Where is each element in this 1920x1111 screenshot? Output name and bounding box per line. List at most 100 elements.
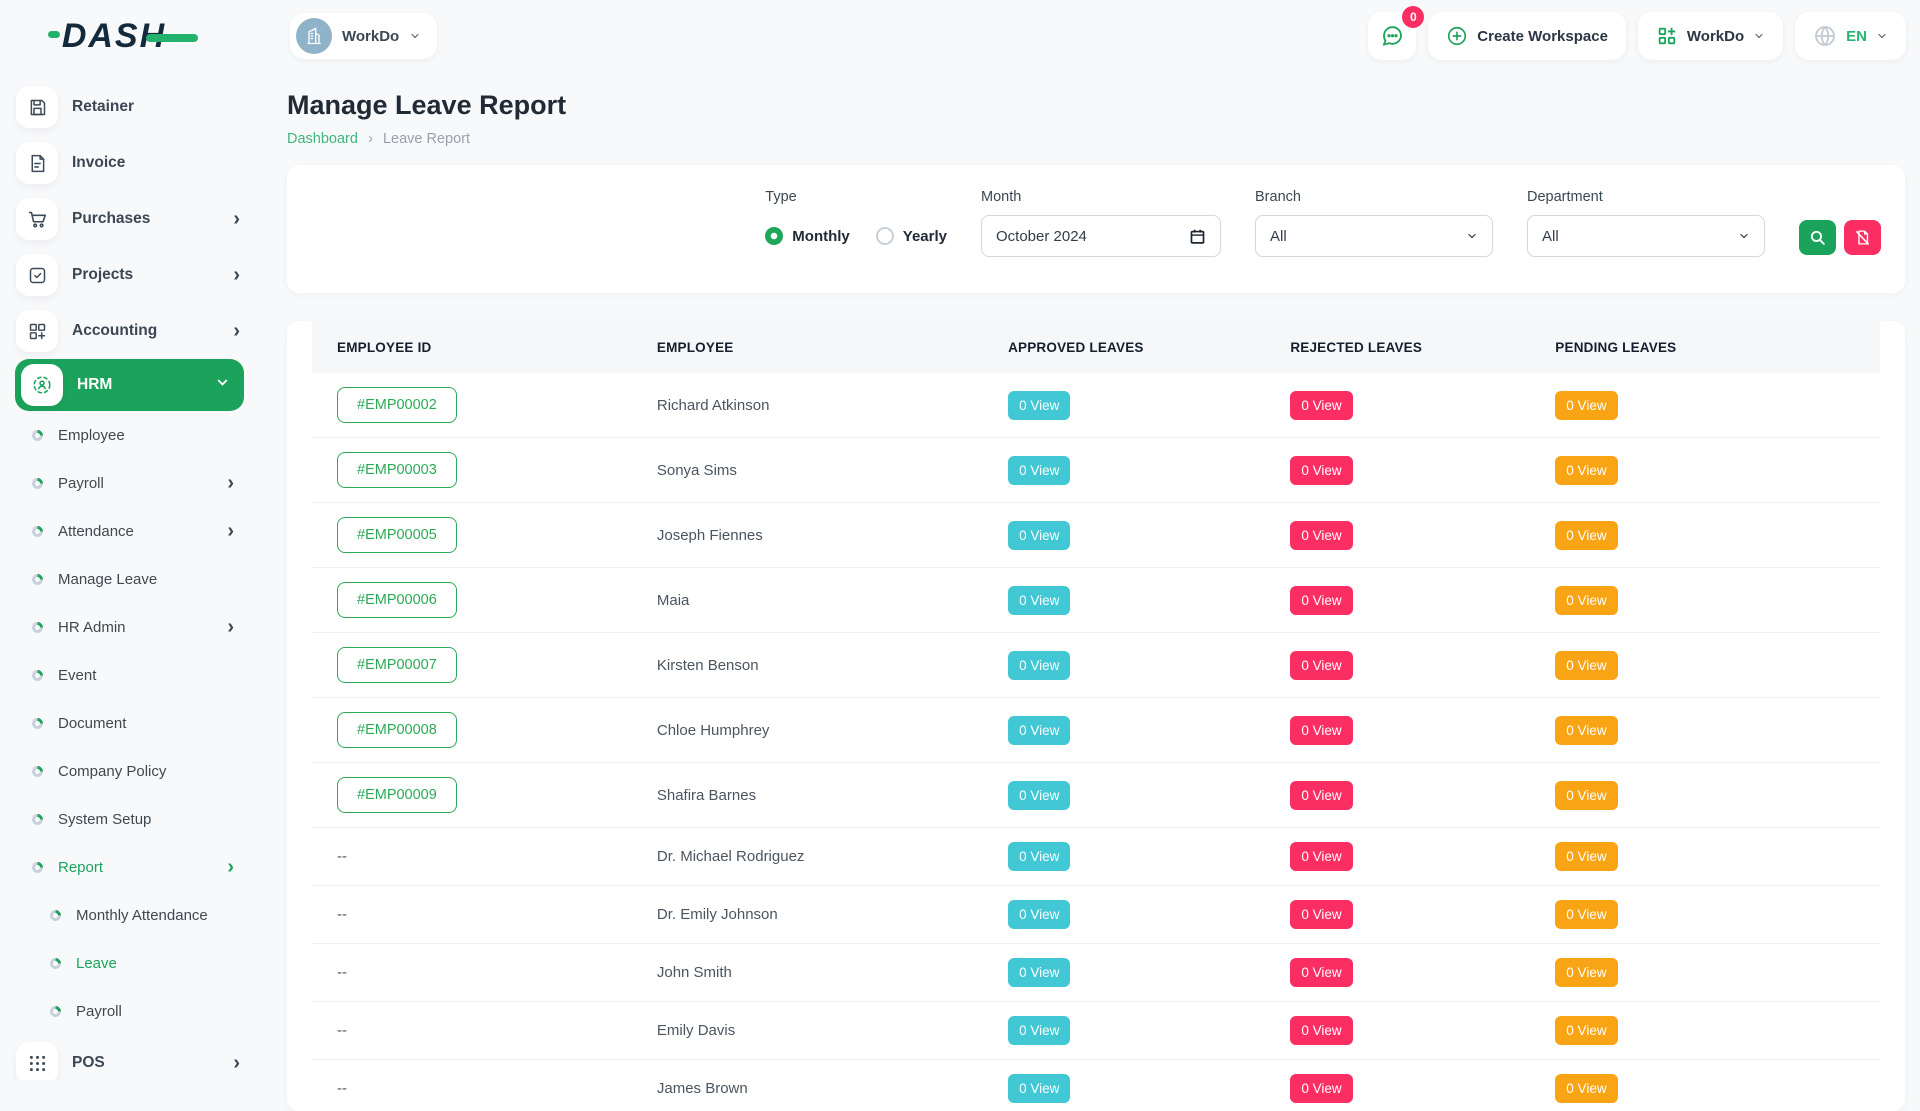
sidebar-subitem-employee[interactable]: Employee (0, 411, 260, 459)
employee-name: Kirsten Benson (632, 633, 983, 698)
approved-leaves-view-button[interactable]: 0 View (1008, 586, 1070, 615)
rejected-leaves-view-button[interactable]: 0 View (1290, 586, 1352, 615)
search-button[interactable] (1799, 220, 1836, 255)
approved-leaves-view-button[interactable]: 0 View (1008, 1016, 1070, 1045)
table-row: -- John Smith 0 View 0 View 0 View (312, 944, 1880, 1002)
rejected-leaves-view-button[interactable]: 0 View (1290, 842, 1352, 871)
sidebar-subitem-report[interactable]: Report › (0, 843, 260, 891)
type-filter: Type Monthly Yearly (765, 189, 947, 257)
search-icon (1809, 229, 1826, 246)
pending-leaves-view-button[interactable]: 0 View (1555, 716, 1617, 745)
rejected-leaves-view-button[interactable]: 0 View (1290, 391, 1352, 420)
radio-yearly[interactable]: Yearly (876, 227, 947, 245)
pending-leaves-view-button[interactable]: 0 View (1555, 1016, 1617, 1045)
rejected-leaves-view-button[interactable]: 0 View (1290, 521, 1352, 550)
sidebar-subitem-payroll[interactable]: Payroll › (0, 459, 260, 507)
sidebar-item-hrm[interactable]: HRM (15, 359, 244, 411)
messages-button[interactable]: 0 (1368, 12, 1416, 60)
language-selector[interactable]: EN (1795, 12, 1906, 60)
sidebar-subitem-system-setup[interactable]: System Setup (0, 795, 260, 843)
pos-icon (16, 1042, 58, 1080)
sidebar-subitem-company-policy[interactable]: Company Policy (0, 747, 260, 795)
approved-leaves-view-button[interactable]: 0 View (1008, 781, 1070, 810)
employee-id-button[interactable]: #EMP00007 (337, 647, 457, 683)
rejected-leaves-view-button[interactable]: 0 View (1290, 900, 1352, 929)
bullet-icon (48, 955, 64, 971)
pending-leaves-view-button[interactable]: 0 View (1555, 391, 1617, 420)
approved-leaves-view-button[interactable]: 0 View (1008, 651, 1070, 680)
sidebar-item-projects[interactable]: Projects › (0, 247, 260, 303)
main-content: Manage Leave Report Dashboard › Leave Re… (260, 72, 1920, 1111)
create-workspace-button[interactable]: Create Workspace (1428, 12, 1626, 60)
bullet-icon (30, 715, 46, 731)
pending-leaves-view-button[interactable]: 0 View (1555, 521, 1617, 550)
employee-id-button[interactable]: #EMP00009 (337, 777, 457, 813)
sidebar-item-invoice[interactable]: Invoice (0, 135, 260, 191)
month-label: Month (981, 189, 1221, 205)
employee-name: Shafira Barnes (632, 763, 983, 828)
sidebar-subitem-event[interactable]: Event (0, 651, 260, 699)
rejected-leaves-view-button[interactable]: 0 View (1290, 456, 1352, 485)
chat-bubble-icon (1380, 24, 1404, 48)
sidebar-subitem-monthly-attendance[interactable]: Monthly Attendance (0, 891, 260, 939)
sidebar-subitem-document[interactable]: Document (0, 699, 260, 747)
sidebar-item-retainer[interactable]: Retainer (0, 79, 260, 135)
pending-leaves-view-button[interactable]: 0 View (1555, 842, 1617, 871)
chevron-right-icon: › (233, 265, 240, 285)
rejected-leaves-view-button[interactable]: 0 View (1290, 651, 1352, 680)
sidebar-item-pos[interactable]: POS › (0, 1035, 260, 1080)
employee-id-empty: -- (337, 1022, 347, 1039)
radio-monthly[interactable]: Monthly (765, 227, 850, 245)
breadcrumb-dashboard-link[interactable]: Dashboard (287, 131, 358, 147)
pending-leaves-view-button[interactable]: 0 View (1555, 781, 1617, 810)
employee-id-button[interactable]: #EMP00002 (337, 387, 457, 423)
approved-leaves-view-button[interactable]: 0 View (1008, 456, 1070, 485)
pending-leaves-view-button[interactable]: 0 View (1555, 456, 1617, 485)
sidebar-item-purchases[interactable]: Purchases › (0, 191, 260, 247)
approved-leaves-view-button[interactable]: 0 View (1008, 842, 1070, 871)
bullet-icon (30, 619, 46, 635)
approved-leaves-view-button[interactable]: 0 View (1008, 958, 1070, 987)
pending-leaves-view-button[interactable]: 0 View (1555, 651, 1617, 680)
approved-leaves-view-button[interactable]: 0 View (1008, 716, 1070, 745)
rejected-leaves-view-button[interactable]: 0 View (1290, 958, 1352, 987)
workspace-selector[interactable]: WorkDo (290, 13, 437, 59)
chevron-down-icon (215, 375, 230, 395)
pending-leaves-view-button[interactable]: 0 View (1555, 958, 1617, 987)
sidebar-item-accounting[interactable]: Accounting › (0, 303, 260, 359)
approved-leaves-view-button[interactable]: 0 View (1008, 521, 1070, 550)
chevron-right-icon: › (227, 473, 234, 493)
employee-id-button[interactable]: #EMP00006 (337, 582, 457, 618)
rejected-leaves-view-button[interactable]: 0 View (1290, 781, 1352, 810)
pending-leaves-view-button[interactable]: 0 View (1555, 586, 1617, 615)
reset-filter-button[interactable] (1844, 220, 1881, 255)
language-code: EN (1846, 28, 1867, 45)
approved-leaves-view-button[interactable]: 0 View (1008, 1074, 1070, 1103)
bullet-icon (30, 571, 46, 587)
sidebar-subitem-attendance[interactable]: Attendance › (0, 507, 260, 555)
employee-id-button[interactable]: #EMP00003 (337, 452, 457, 488)
approved-leaves-view-button[interactable]: 0 View (1008, 391, 1070, 420)
brand-logo[interactable]: DASH (0, 17, 260, 56)
app-switcher[interactable]: WorkDo (1638, 12, 1783, 60)
employee-id-button[interactable]: #EMP00008 (337, 712, 457, 748)
type-label: Type (765, 189, 947, 205)
rejected-leaves-view-button[interactable]: 0 View (1290, 716, 1352, 745)
pending-leaves-view-button[interactable]: 0 View (1555, 900, 1617, 929)
branch-select[interactable]: All (1255, 215, 1493, 257)
sidebar-subitem-payroll[interactable]: Payroll (0, 987, 260, 1035)
employee-id-button[interactable]: #EMP00005 (337, 517, 457, 553)
chevron-right-icon: › (227, 617, 234, 637)
rejected-leaves-view-button[interactable]: 0 View (1290, 1016, 1352, 1045)
pending-leaves-view-button[interactable]: 0 View (1555, 1074, 1617, 1103)
sidebar-subitem-leave[interactable]: Leave (0, 939, 260, 987)
sidebar-subitem-manage-leave[interactable]: Manage Leave (0, 555, 260, 603)
employee-id-empty: -- (337, 1080, 347, 1097)
sidebar-subitem-hr-admin[interactable]: HR Admin › (0, 603, 260, 651)
month-input[interactable]: October 2024 (981, 215, 1221, 257)
chevron-down-icon (1753, 30, 1765, 42)
chevron-right-icon: › (227, 521, 234, 541)
rejected-leaves-view-button[interactable]: 0 View (1290, 1074, 1352, 1103)
department-select[interactable]: All (1527, 215, 1765, 257)
approved-leaves-view-button[interactable]: 0 View (1008, 900, 1070, 929)
